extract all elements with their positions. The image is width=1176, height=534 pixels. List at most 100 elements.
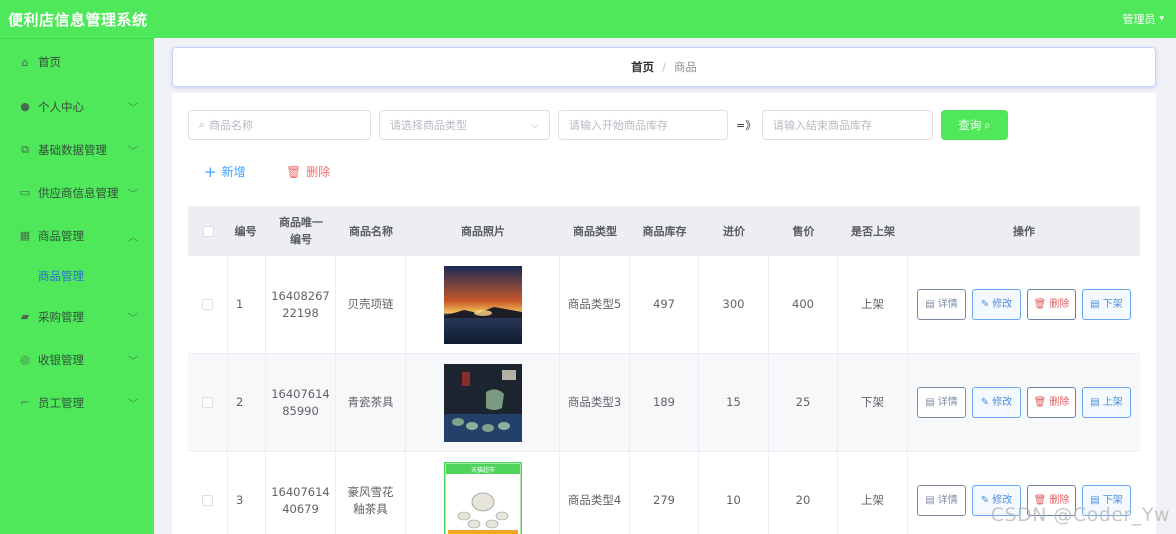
header-photo: 商品照片	[461, 224, 505, 238]
header-select-all[interactable]	[188, 206, 228, 256]
stock-start-placeholder: 请输入开始商品库存	[569, 119, 668, 132]
cell-id: 2	[228, 354, 266, 451]
stock-start-input[interactable]: 请输入开始商品库存	[558, 110, 728, 140]
sidebar-item-supplier[interactable]: ▭ 供应商信息管理 ﹀	[0, 171, 154, 214]
delete-label: 删除	[1049, 299, 1070, 310]
header-id: 编号	[234, 224, 257, 238]
cell-stock: 497	[630, 256, 699, 353]
delete-button[interactable]: 🗑 删除	[1027, 289, 1076, 320]
cell-ops: ▤ 详情 ✎ 修改 🗑 删除 ▤ 上架	[908, 354, 1140, 451]
edit-button[interactable]: ✎ 修改	[972, 387, 1021, 418]
cell-type: 商品类型4	[560, 452, 630, 534]
cell-type: 商品类型3	[560, 354, 630, 451]
cell-id: 1	[228, 256, 266, 353]
cell-uid: 16407614 85990	[266, 354, 336, 451]
row-checkbox[interactable]	[202, 397, 213, 408]
row-select[interactable]	[188, 256, 228, 353]
plus-icon: +	[204, 162, 217, 181]
cell-name-line2: 釉茶具	[353, 501, 388, 516]
header-uid-line1: 商品唯一	[279, 216, 323, 229]
row-select[interactable]	[188, 452, 228, 534]
header-shelf: 是否上架	[851, 224, 895, 238]
shelf-toggle-label: 下架	[1102, 299, 1123, 310]
goods-table: 编号 商品唯一 编号 商品名称 商品照片 商品类型 商品库存 进价 售价 是否上…	[188, 206, 1140, 534]
edit-label: 修改	[992, 397, 1013, 408]
cell-in-price: 15	[699, 354, 769, 451]
sidebar-item-basic-data[interactable]: ⧉ 基础数据管理 ﹀	[0, 128, 154, 171]
sidebar-subitem-goods[interactable]: 商品管理	[0, 257, 154, 295]
cell-out-price: 20	[769, 452, 838, 534]
goods-photo[interactable]	[443, 363, 522, 442]
row-select[interactable]	[188, 354, 228, 451]
sidebar: ⌂ 首页 ● 个人中心 ﹀ ⧉ 基础数据管理 ﹀ ▭ 供应商信息管理 ﹀ ▦ 商…	[0, 38, 154, 534]
user-menu[interactable]: 管理员 ▾	[1122, 11, 1164, 27]
cell-out-price: 25	[769, 354, 838, 451]
breadcrumb-home[interactable]: 首页	[631, 59, 654, 75]
detail-button[interactable]: ▤ 详情	[917, 387, 966, 418]
edit-icon: ✎	[980, 397, 990, 408]
row-checkbox[interactable]	[202, 495, 213, 506]
edit-button[interactable]: ✎ 修改	[972, 289, 1021, 320]
sidebar-item-goods[interactable]: ▦ 商品管理 ︿	[0, 214, 154, 257]
document-icon: ▤	[925, 397, 935, 408]
sidebar-item-label: 个人中心	[38, 99, 84, 114]
main-area: 首页 / 商品 ⌕ 商品名称 请选择商品类型 ⌵ 请输入开始商品库存 =》 请输…	[154, 38, 1176, 534]
cell-type: 商品类型5	[560, 256, 630, 353]
watermark: CSDN @Coder_Yw	[990, 504, 1170, 526]
breadcrumb-separator: /	[662, 60, 666, 74]
detail-label: 详情	[937, 299, 958, 310]
cell-name: 青瓷茶具	[336, 354, 406, 451]
detail-button[interactable]: ▤ 详情	[917, 485, 966, 516]
sidebar-item-profile[interactable]: ● 个人中心 ﹀	[0, 85, 154, 128]
copy-icon: ⧉	[21, 142, 29, 156]
cell-in-price: 10	[699, 452, 769, 534]
sidebar-item-cashier[interactable]: ◎ 收银管理 ﹀	[0, 338, 154, 381]
cell-uid-line1: 16408267	[271, 288, 330, 303]
add-button[interactable]: + 新增	[204, 163, 246, 180]
sidebar-item-purchase[interactable]: ▰ 采购管理 ﹀	[0, 295, 154, 338]
delete-button[interactable]: 🗑 删除	[1027, 387, 1076, 418]
cell-name-line1: 豪风雪花	[347, 484, 394, 499]
cell-name: 豪风雪花 釉茶具	[336, 452, 406, 534]
delete-label: 删除	[306, 165, 331, 179]
top-bar: 便利店信息管理系统 管理员 ▾	[0, 0, 1176, 38]
header-uid: 商品唯一 编号	[266, 206, 336, 256]
chevron-down-icon: ﹀	[128, 103, 138, 114]
goods-type-select[interactable]: 请选择商品类型 ⌵	[379, 110, 550, 140]
sidebar-subitem-label: 商品管理	[38, 269, 84, 283]
edit-icon: ✎	[980, 299, 990, 310]
sidebar-item-staff[interactable]: ⌐ 员工管理 ﹀	[0, 381, 154, 424]
row-checkbox[interactable]	[202, 299, 213, 310]
detail-button[interactable]: ▤ 详情	[917, 289, 966, 320]
stock-end-placeholder: 请输入结束商品库存	[773, 119, 872, 132]
home-icon: ⌂	[21, 55, 29, 69]
header-name: 商品名称	[349, 224, 393, 238]
cell-shelf: 下架	[838, 354, 908, 451]
chevron-down-icon: ﹀	[128, 146, 138, 157]
goods-name-input[interactable]: ⌕ 商品名称	[188, 110, 371, 140]
select-all-checkbox[interactable]	[202, 225, 214, 237]
header-in-price: 进价	[723, 224, 745, 238]
cell-uid-line2: 22198	[282, 305, 319, 320]
sidebar-item-label: 供应商信息管理	[38, 185, 119, 200]
user-name: 管理员	[1122, 13, 1156, 26]
chevron-down-icon: ﹀	[128, 399, 138, 410]
breadcrumb: 首页 / 商品	[172, 47, 1156, 87]
shelf-toggle-button[interactable]: ▤ 上架	[1082, 387, 1131, 418]
goods-type-placeholder: 请选择商品类型	[390, 119, 467, 132]
grid-icon: ▦	[19, 229, 31, 242]
trash-icon: 🗑	[1033, 397, 1047, 408]
sidebar-item-label: 采购管理	[38, 309, 84, 324]
goods-photo[interactable]: 天猫超市	[443, 461, 522, 534]
stock-end-input[interactable]: 请输入结束商品库存	[762, 110, 933, 140]
sidebar-item-label: 首页	[38, 55, 61, 69]
sidebar-item-label: 员工管理	[38, 395, 84, 410]
query-button[interactable]: 查询 ⌕	[941, 110, 1008, 140]
cell-photo	[406, 354, 560, 451]
edit-label: 修改	[992, 299, 1013, 310]
chevron-down-icon: ﹀	[128, 189, 138, 200]
shelf-toggle-button[interactable]: ▤ 下架	[1082, 289, 1131, 320]
batch-delete-button[interactable]: 🗑 删除	[286, 163, 330, 180]
goods-photo[interactable]	[443, 265, 522, 344]
sidebar-item-home[interactable]: ⌂ 首页	[0, 39, 154, 85]
